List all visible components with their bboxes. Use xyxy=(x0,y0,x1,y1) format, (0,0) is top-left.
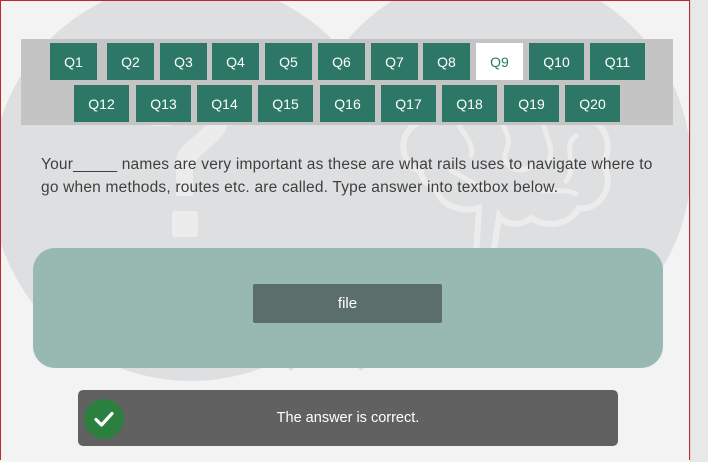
question-button-1[interactable]: Q1 xyxy=(50,43,97,80)
question-nav-row-2: Q12 Q13 Q14 Q15 Q16 Q17 Q18 Q19 Q20 xyxy=(21,85,673,122)
question-button-4[interactable]: Q4 xyxy=(212,43,259,80)
question-nav-row-1: Q1 Q2 Q3 Q4 Q5 Q6 Q7 Q8 Q9 Q10 Q11 xyxy=(21,43,673,80)
feedback-message: The answer is correct. xyxy=(276,410,420,426)
window-edge xyxy=(690,0,708,462)
question-button-11[interactable]: Q11 xyxy=(590,43,645,80)
question-button-10[interactable]: Q10 xyxy=(529,43,584,80)
question-button-6[interactable]: Q6 xyxy=(318,43,365,80)
question-button-19[interactable]: Q19 xyxy=(504,85,559,122)
question-button-3[interactable]: Q3 xyxy=(160,43,207,80)
question-button-13[interactable]: Q13 xyxy=(136,85,191,122)
answer-input[interactable] xyxy=(253,284,442,323)
question-button-8[interactable]: Q8 xyxy=(423,43,470,80)
question-button-14[interactable]: Q14 xyxy=(197,85,252,122)
question-button-12[interactable]: Q12 xyxy=(74,85,129,122)
question-button-5[interactable]: Q5 xyxy=(265,43,312,80)
question-button-18[interactable]: Q18 xyxy=(442,85,497,122)
question-text: Your_____ names are very important as th… xyxy=(41,156,653,196)
quiz-frame: Q1 Q2 Q3 Q4 Q5 Q6 Q7 Q8 Q9 Q10 Q11 Q12 Q… xyxy=(0,0,690,460)
question-navigation: Q1 Q2 Q3 Q4 Q5 Q6 Q7 Q8 Q9 Q10 Q11 Q12 Q… xyxy=(21,39,673,125)
question-button-7[interactable]: Q7 xyxy=(371,43,418,80)
question-button-17[interactable]: Q17 xyxy=(381,85,436,122)
question-button-20[interactable]: Q20 xyxy=(565,85,620,122)
question-button-15[interactable]: Q15 xyxy=(258,85,313,122)
question-button-9[interactable]: Q9 xyxy=(476,43,523,80)
feedback-banner: The answer is correct. xyxy=(78,390,618,446)
question-button-2[interactable]: Q2 xyxy=(107,43,154,80)
question-button-16[interactable]: Q16 xyxy=(320,85,375,122)
check-circle-icon xyxy=(84,399,124,439)
